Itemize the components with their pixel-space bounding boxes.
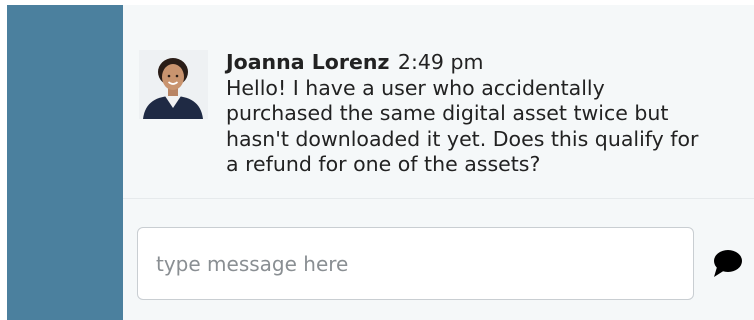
chat-panel: Joanna Lorenz 2:49 pm Hello! I have a us… — [123, 5, 754, 320]
send-button[interactable] — [711, 247, 743, 279]
message-body: Joanna Lorenz 2:49 pm Hello! I have a us… — [226, 50, 746, 178]
sidebar — [7, 5, 123, 320]
message-input[interactable] — [154, 250, 678, 277]
speech-bubble-icon[interactable] — [711, 247, 743, 279]
message-text: Hello! I have a user who accidentally pu… — [226, 75, 699, 177]
avatar — [139, 50, 208, 119]
message-composer[interactable] — [137, 227, 694, 300]
avatar-portrait-icon — [139, 50, 208, 119]
divider — [123, 198, 754, 199]
message-author: Joanna Lorenz — [226, 50, 390, 74]
message-header: Joanna Lorenz 2:49 pm — [226, 50, 746, 76]
message-time: 2:49 pm — [397, 50, 484, 74]
